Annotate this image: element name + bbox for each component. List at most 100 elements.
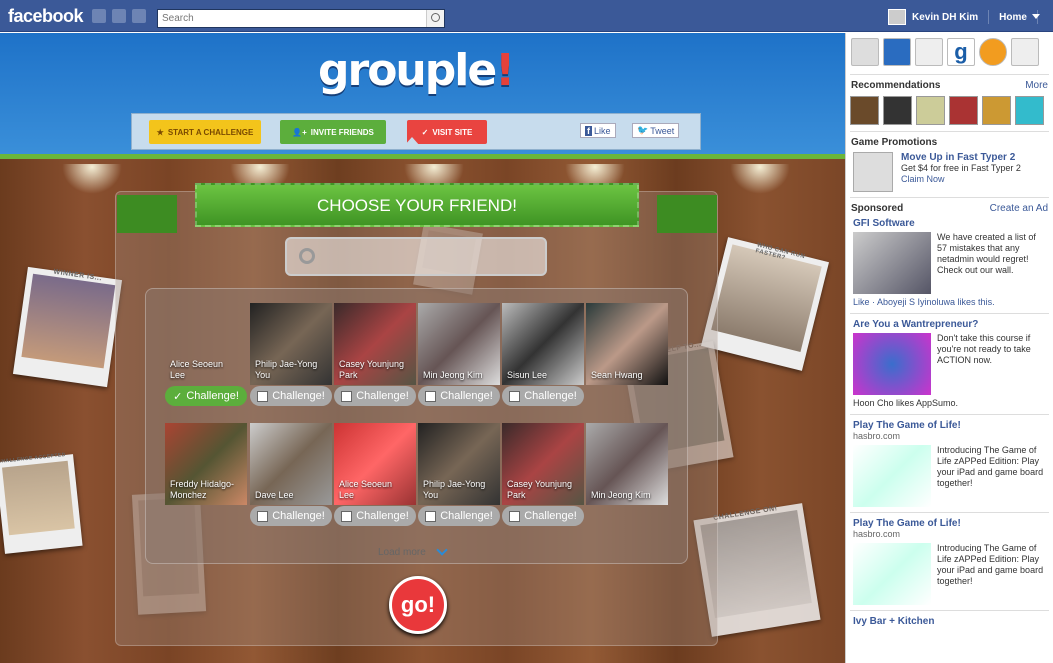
check-icon: ✓	[173, 390, 183, 403]
twitter-bird-icon: 🐦	[637, 125, 649, 135]
banner-ribbon	[657, 195, 717, 233]
ad-domain: hasbro.com	[853, 529, 901, 539]
ad-domain: hasbro.com	[853, 431, 901, 441]
stopwatch-icon[interactable]	[853, 152, 893, 192]
friend-tile[interactable]: Dave Lee	[250, 423, 332, 505]
go-button[interactable]: go!	[389, 576, 447, 634]
k-app-icon[interactable]	[883, 38, 911, 66]
game-icon[interactable]	[916, 96, 945, 125]
ad-title[interactable]: Play The Game of Life!	[853, 420, 1046, 431]
friend-name: Alice Seoeun Lee	[170, 359, 224, 380]
divider	[850, 512, 1049, 513]
friend-name: Freddy Hidalgo- Monchez	[170, 479, 235, 500]
tweet-button[interactable]: 🐦 Tweet	[632, 123, 680, 138]
game-icon[interactable]	[982, 96, 1011, 125]
invite-friends-button[interactable]: 👤+ INVITE FRIENDS	[280, 120, 386, 144]
avatar[interactable]	[888, 9, 906, 25]
facebook-like-button[interactable]: f Like	[580, 123, 616, 138]
challenge-toggle[interactable]: Challenge!	[250, 506, 332, 526]
promo-title[interactable]: Move Up in Fast Typer 2	[901, 152, 1021, 163]
friend-name: Sean Hwang	[591, 370, 643, 380]
ad-image[interactable]	[853, 543, 931, 605]
add-user-icon: 👤+	[292, 127, 307, 137]
challenge-toggle[interactable]: Challenge!	[418, 386, 500, 406]
light-glow	[62, 164, 122, 194]
star-icon: ★	[156, 127, 164, 137]
friend-tile[interactable]: Philip Jae-Yong You	[250, 303, 332, 385]
ad-title[interactable]: Play The Game of Life!	[853, 518, 1046, 529]
challenge-toggle[interactable]: Challenge!	[334, 506, 416, 526]
bookmarks-bar: g	[846, 33, 1053, 71]
app-header: grouple! ★ START A CHALLENGE 👤+ INVITE FRI…	[0, 33, 845, 159]
sponsored-heading: Sponsored	[851, 203, 904, 214]
create-ad-link[interactable]: Create an Ad	[990, 203, 1048, 214]
start-challenge-button[interactable]: ★ START A CHALLENGE	[149, 120, 261, 144]
challenge-toggle[interactable]: Challenge!	[418, 506, 500, 526]
ring-app-icon[interactable]	[979, 38, 1007, 66]
load-more-link[interactable]: Load more	[378, 547, 426, 558]
account-menu-chevron-down-icon[interactable]	[1032, 14, 1040, 19]
game-icon[interactable]	[949, 96, 978, 125]
divider	[850, 414, 1049, 415]
recommendations-row	[846, 93, 1053, 128]
facebook-search-input[interactable]: Search	[157, 9, 445, 28]
checkbox[interactable]	[257, 390, 269, 402]
checkbox[interactable]	[425, 510, 437, 522]
challenge-toggle[interactable]: ✓ Challenge!	[165, 386, 247, 406]
notifications-icon[interactable]	[132, 9, 146, 23]
friend-tile[interactable]: Philip Jae-Yong You	[418, 423, 500, 505]
ad-title[interactable]: Are You a Wantrepreneur?	[853, 319, 1046, 330]
ad-item: Ivy Bar + Kitchen	[846, 614, 1053, 629]
game-icon[interactable]	[1015, 96, 1044, 125]
facebook-sidebar: g Recommendations More Game Promotions Mo…	[845, 33, 1053, 663]
divider	[850, 74, 1049, 75]
game-icon[interactable]	[883, 96, 912, 125]
friend-name: Min Jeong Kim	[591, 490, 651, 500]
user-name-link[interactable]: Kevin DH Kim	[912, 12, 978, 23]
challenge-toggle[interactable]: Challenge!	[502, 506, 584, 526]
friend-requests-icon[interactable]	[92, 9, 106, 23]
ad-title[interactable]: GFI Software	[853, 218, 1046, 229]
friend-tile[interactable]: Freddy Hidalgo- Monchez	[165, 423, 247, 505]
robot-app-icon[interactable]	[915, 38, 943, 66]
checkbox[interactable]	[509, 510, 521, 522]
stopwatch-app-icon[interactable]	[851, 38, 879, 66]
messages-icon[interactable]	[112, 9, 126, 23]
divider	[988, 10, 990, 24]
checkbox[interactable]	[509, 390, 521, 402]
checkbox[interactable]	[425, 390, 437, 402]
friend-tile[interactable]: Casey Younjung Park	[334, 303, 416, 385]
claim-now-link[interactable]: Claim Now	[901, 174, 1021, 185]
friend-tile[interactable]: Sean Hwang	[586, 303, 668, 385]
challenge-toggle[interactable]: Challenge!	[250, 386, 332, 406]
friend-tile[interactable]: Min Jeong Kim	[586, 423, 668, 505]
search-icon[interactable]	[426, 10, 444, 27]
checkbox[interactable]	[257, 510, 269, 522]
friend-tile[interactable]: Alice Seoeun Lee	[165, 303, 247, 385]
friend-tile[interactable]: Casey Younjung Park	[502, 423, 584, 505]
friend-search-input[interactable]	[285, 237, 547, 276]
ad-image[interactable]	[853, 232, 931, 294]
ad-social: Hoon Cho likes AppSumo.	[853, 398, 959, 408]
friend-tile[interactable]: Sisun Lee	[502, 303, 584, 385]
ad-image[interactable]	[853, 333, 931, 395]
more-link[interactable]: More	[1025, 80, 1048, 91]
g-app-icon[interactable]: g	[947, 38, 975, 66]
challenge-toggle[interactable]: Challenge!	[502, 386, 584, 406]
polaroid-photo: CHALLENGE ACCEPTED	[0, 452, 83, 554]
toolbar-pointer	[404, 137, 420, 146]
facebook-logo[interactable]: facebook	[8, 6, 84, 27]
ad-title[interactable]: Ivy Bar + Kitchen	[853, 616, 1046, 627]
friend-tile[interactable]: Alice Seoeun Lee	[334, 423, 416, 505]
ad-text: Introducing The Game of Life zAPPed Edit…	[937, 543, 1044, 586]
facebook-top-bar: facebook Search Kevin DH Kim Home	[0, 0, 1053, 32]
home-link[interactable]: Home	[999, 12, 1027, 23]
ad-image[interactable]	[853, 445, 931, 507]
game-icon[interactable]	[850, 96, 879, 125]
cards-app-icon[interactable]	[1011, 38, 1039, 66]
friend-tile[interactable]: Min Jeong Kim	[418, 303, 500, 385]
checkbox[interactable]	[341, 510, 353, 522]
challenge-toggle[interactable]: Challenge!	[334, 386, 416, 406]
checkbox[interactable]	[341, 390, 353, 402]
ad-social[interactable]: Like · Aboyeji S Iyinoluwa likes this.	[853, 297, 1046, 308]
